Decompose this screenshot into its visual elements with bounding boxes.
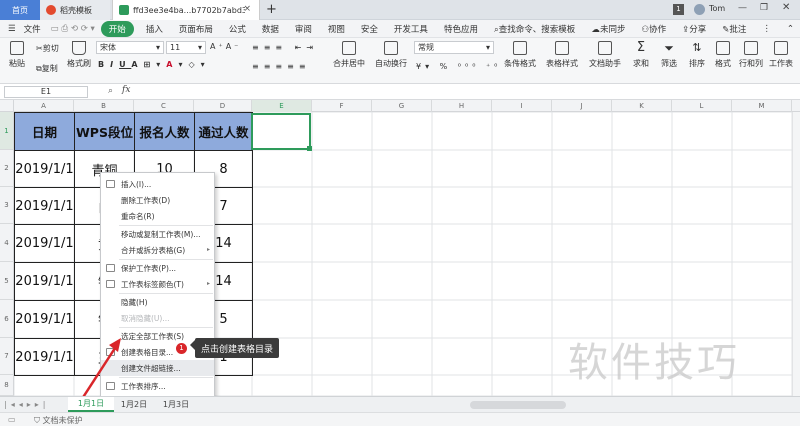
spreadsheet-window: 首页 稻壳模板 ffd3ee3e4ba...b7702b7abd3 × + 1 … (0, 0, 800, 426)
watermark-text: 软件技巧 (568, 340, 740, 386)
sheet-tab[interactable]: 1月3日 (156, 397, 196, 412)
horizontal-scrollbar[interactable] (470, 401, 566, 409)
vertical-scrollbar[interactable] (792, 112, 800, 396)
arrow-line (78, 344, 119, 403)
status-icon: ▭ (8, 415, 16, 424)
sheet-tab[interactable]: 1月2日 (114, 397, 154, 412)
shield-icon: ⛉ (34, 416, 40, 425)
sheet-tab-active[interactable]: 1月1日 (68, 397, 114, 412)
sheet-tab-bar: |◂◂▸▸| 1月1日 1月2日 1月3日 (0, 396, 800, 412)
protect-status[interactable]: ⛉ 文档未保护 (34, 415, 83, 426)
sheet-nav-icons[interactable]: |◂◂▸▸| (4, 400, 49, 409)
protect-status-label: 文档未保护 (42, 416, 83, 425)
status-bar: ▭ ⛉ 文档未保护 (0, 412, 800, 426)
